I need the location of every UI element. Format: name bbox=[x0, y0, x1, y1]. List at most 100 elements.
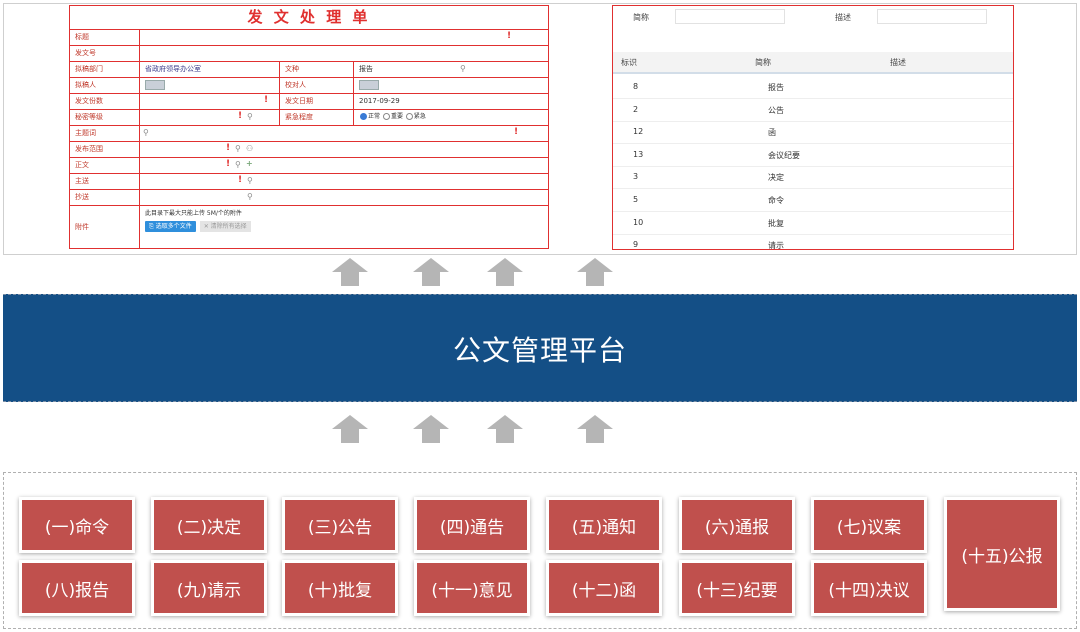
main-to-input[interactable] bbox=[140, 174, 548, 189]
field-label: 拟稿人 bbox=[70, 78, 140, 93]
drafter-field[interactable] bbox=[140, 78, 280, 93]
category-box: (一)命令 bbox=[19, 497, 135, 553]
list-row[interactable]: 3 决定 bbox=[613, 166, 1013, 190]
copies-input[interactable] bbox=[140, 94, 280, 109]
search-abbr-input[interactable] bbox=[675, 9, 785, 24]
search-icon[interactable]: ⚲ bbox=[143, 128, 149, 137]
header-abbr[interactable]: 简称 bbox=[755, 57, 771, 68]
category-box: (十三)纪要 bbox=[679, 560, 795, 616]
search-desc-input[interactable] bbox=[877, 9, 987, 24]
form-row-main-to: 主送 ! ⚲ bbox=[70, 173, 548, 189]
search-icon[interactable]: ⚲ bbox=[235, 144, 241, 153]
secret-select[interactable] bbox=[140, 110, 280, 125]
form-row-dept: 拟稿部门 省政府领导办公室 文种 报告 ⚲ bbox=[70, 61, 548, 77]
list-row[interactable]: 13 会议纪要 bbox=[613, 144, 1013, 167]
form-row-body: 正文 ! ⚲ + bbox=[70, 157, 548, 173]
field-label: 紧急程度 bbox=[280, 110, 354, 125]
required-mark: ! bbox=[264, 95, 269, 105]
category-box: (十一)意见 bbox=[414, 560, 530, 616]
doctype-select[interactable]: 报告 bbox=[354, 62, 548, 77]
row-id: 10 bbox=[633, 217, 644, 227]
body-input[interactable] bbox=[140, 158, 548, 173]
category-box: (二)决定 bbox=[151, 497, 267, 553]
attachment-note: 此目录下最大只能上传 5M/个的附件 bbox=[145, 210, 242, 217]
platform-title: 公文管理平台 bbox=[452, 334, 627, 367]
form-row-title: 标题 ! bbox=[70, 29, 548, 45]
row-abbr: 报告 bbox=[768, 83, 784, 92]
radio-label: 紧急 bbox=[413, 113, 426, 120]
row-id: 9 bbox=[633, 240, 639, 250]
list-row[interactable]: 10 批复 bbox=[613, 212, 1013, 235]
clear-selection-button[interactable]: ✕ 清除所有选择 bbox=[199, 221, 251, 232]
dept-value[interactable]: 省政府领导办公室 bbox=[140, 62, 280, 77]
header-desc[interactable]: 描述 bbox=[890, 57, 906, 68]
category-box: (十二)函 bbox=[546, 560, 662, 616]
category-box: (八)报告 bbox=[19, 560, 135, 616]
checker-field[interactable] bbox=[354, 78, 548, 93]
form-row-copies: 发文份数 ! 发文日期 2017-09-29 bbox=[70, 93, 548, 109]
list-search-bar: 简称 描述 bbox=[613, 6, 1013, 28]
search-icon[interactable]: ⚲ bbox=[235, 160, 241, 169]
radio-urgent[interactable] bbox=[405, 113, 413, 120]
radio-normal[interactable] bbox=[360, 113, 367, 120]
form-row-attachment: 附件 此目录下最大只能上传 5M/个的附件 ⎘ 选取多个文件 ✕ 清除所有选择 bbox=[70, 205, 548, 248]
field-label: 发文日期 bbox=[280, 94, 354, 109]
field-label: 拟稿部门 bbox=[70, 62, 140, 77]
button-label: 选取多个文件 bbox=[155, 223, 192, 230]
cc-input[interactable] bbox=[140, 190, 548, 205]
required-mark: ! bbox=[514, 127, 519, 137]
search-icon[interactable]: ⚲ bbox=[460, 64, 466, 73]
row-abbr: 函 bbox=[768, 128, 776, 138]
row-abbr: 决定 bbox=[768, 173, 784, 183]
form-title: 发 文 处 理 单 bbox=[247, 8, 371, 26]
row-id: 12 bbox=[633, 127, 644, 137]
required-mark: ! bbox=[226, 159, 231, 169]
category-box: (五)通知 bbox=[546, 497, 662, 553]
header-id[interactable]: 标识 bbox=[621, 57, 637, 68]
field-label: 主送 bbox=[70, 174, 140, 189]
category-box: (六)通报 bbox=[679, 497, 795, 553]
row-abbr: 批复 bbox=[768, 218, 784, 228]
field-label: 发文号 bbox=[70, 46, 140, 61]
list-header: 标识 简称 描述 bbox=[613, 52, 1013, 74]
list-row[interactable]: 9 请示 bbox=[613, 234, 1013, 250]
date-field[interactable]: 2017-09-29 bbox=[354, 94, 548, 109]
form-row-drafter: 拟稿人 校对人 bbox=[70, 77, 548, 93]
user-icon[interactable]: ⚇ bbox=[246, 144, 253, 153]
row-id: 13 bbox=[633, 149, 644, 159]
keywords-input[interactable] bbox=[140, 126, 548, 141]
row-abbr: 命令 bbox=[768, 196, 784, 205]
field-label: 文种 bbox=[280, 62, 354, 77]
search-icon[interactable]: ⚲ bbox=[247, 176, 253, 185]
list-row[interactable]: 5 命令 bbox=[613, 189, 1013, 212]
list-row[interactable]: 2 公告 bbox=[613, 99, 1013, 122]
docno-input[interactable] bbox=[140, 46, 548, 61]
title-input[interactable] bbox=[140, 30, 548, 45]
search-icon[interactable]: ⚲ bbox=[247, 112, 253, 121]
category-box: (四)通告 bbox=[414, 497, 530, 553]
search-icon[interactable]: ⚲ bbox=[247, 192, 253, 201]
up-arrow-icon bbox=[487, 258, 523, 286]
category-box: (十)批复 bbox=[282, 560, 398, 616]
add-icon[interactable]: + bbox=[246, 159, 253, 168]
scope-input[interactable] bbox=[140, 142, 548, 157]
field-label: 发文份数 bbox=[70, 94, 140, 109]
urgency-radio-group[interactable]: 正常 重要 紧急 bbox=[354, 110, 548, 125]
up-arrow-icon bbox=[577, 415, 613, 443]
list-row[interactable]: 8 报告 bbox=[613, 76, 1013, 99]
field-label: 抄送 bbox=[70, 190, 140, 205]
select-files-button[interactable]: ⎘ 选取多个文件 bbox=[145, 221, 196, 232]
radio-important[interactable] bbox=[382, 113, 390, 120]
row-id: 2 bbox=[633, 104, 639, 114]
user-thumbnail bbox=[145, 80, 165, 90]
up-arrow-icon bbox=[413, 415, 449, 443]
up-arrow-icon bbox=[332, 258, 368, 286]
field-label: 正文 bbox=[70, 158, 140, 173]
list-row[interactable]: 12 函 bbox=[613, 121, 1013, 145]
row-abbr: 请示 bbox=[768, 241, 784, 250]
row-abbr: 会议纪要 bbox=[768, 150, 800, 160]
doctype-value: 报告 bbox=[359, 65, 373, 73]
category-box: (三)公告 bbox=[282, 497, 398, 553]
up-arrow-icon bbox=[413, 258, 449, 286]
search-desc-label: 描述 bbox=[835, 13, 851, 22]
